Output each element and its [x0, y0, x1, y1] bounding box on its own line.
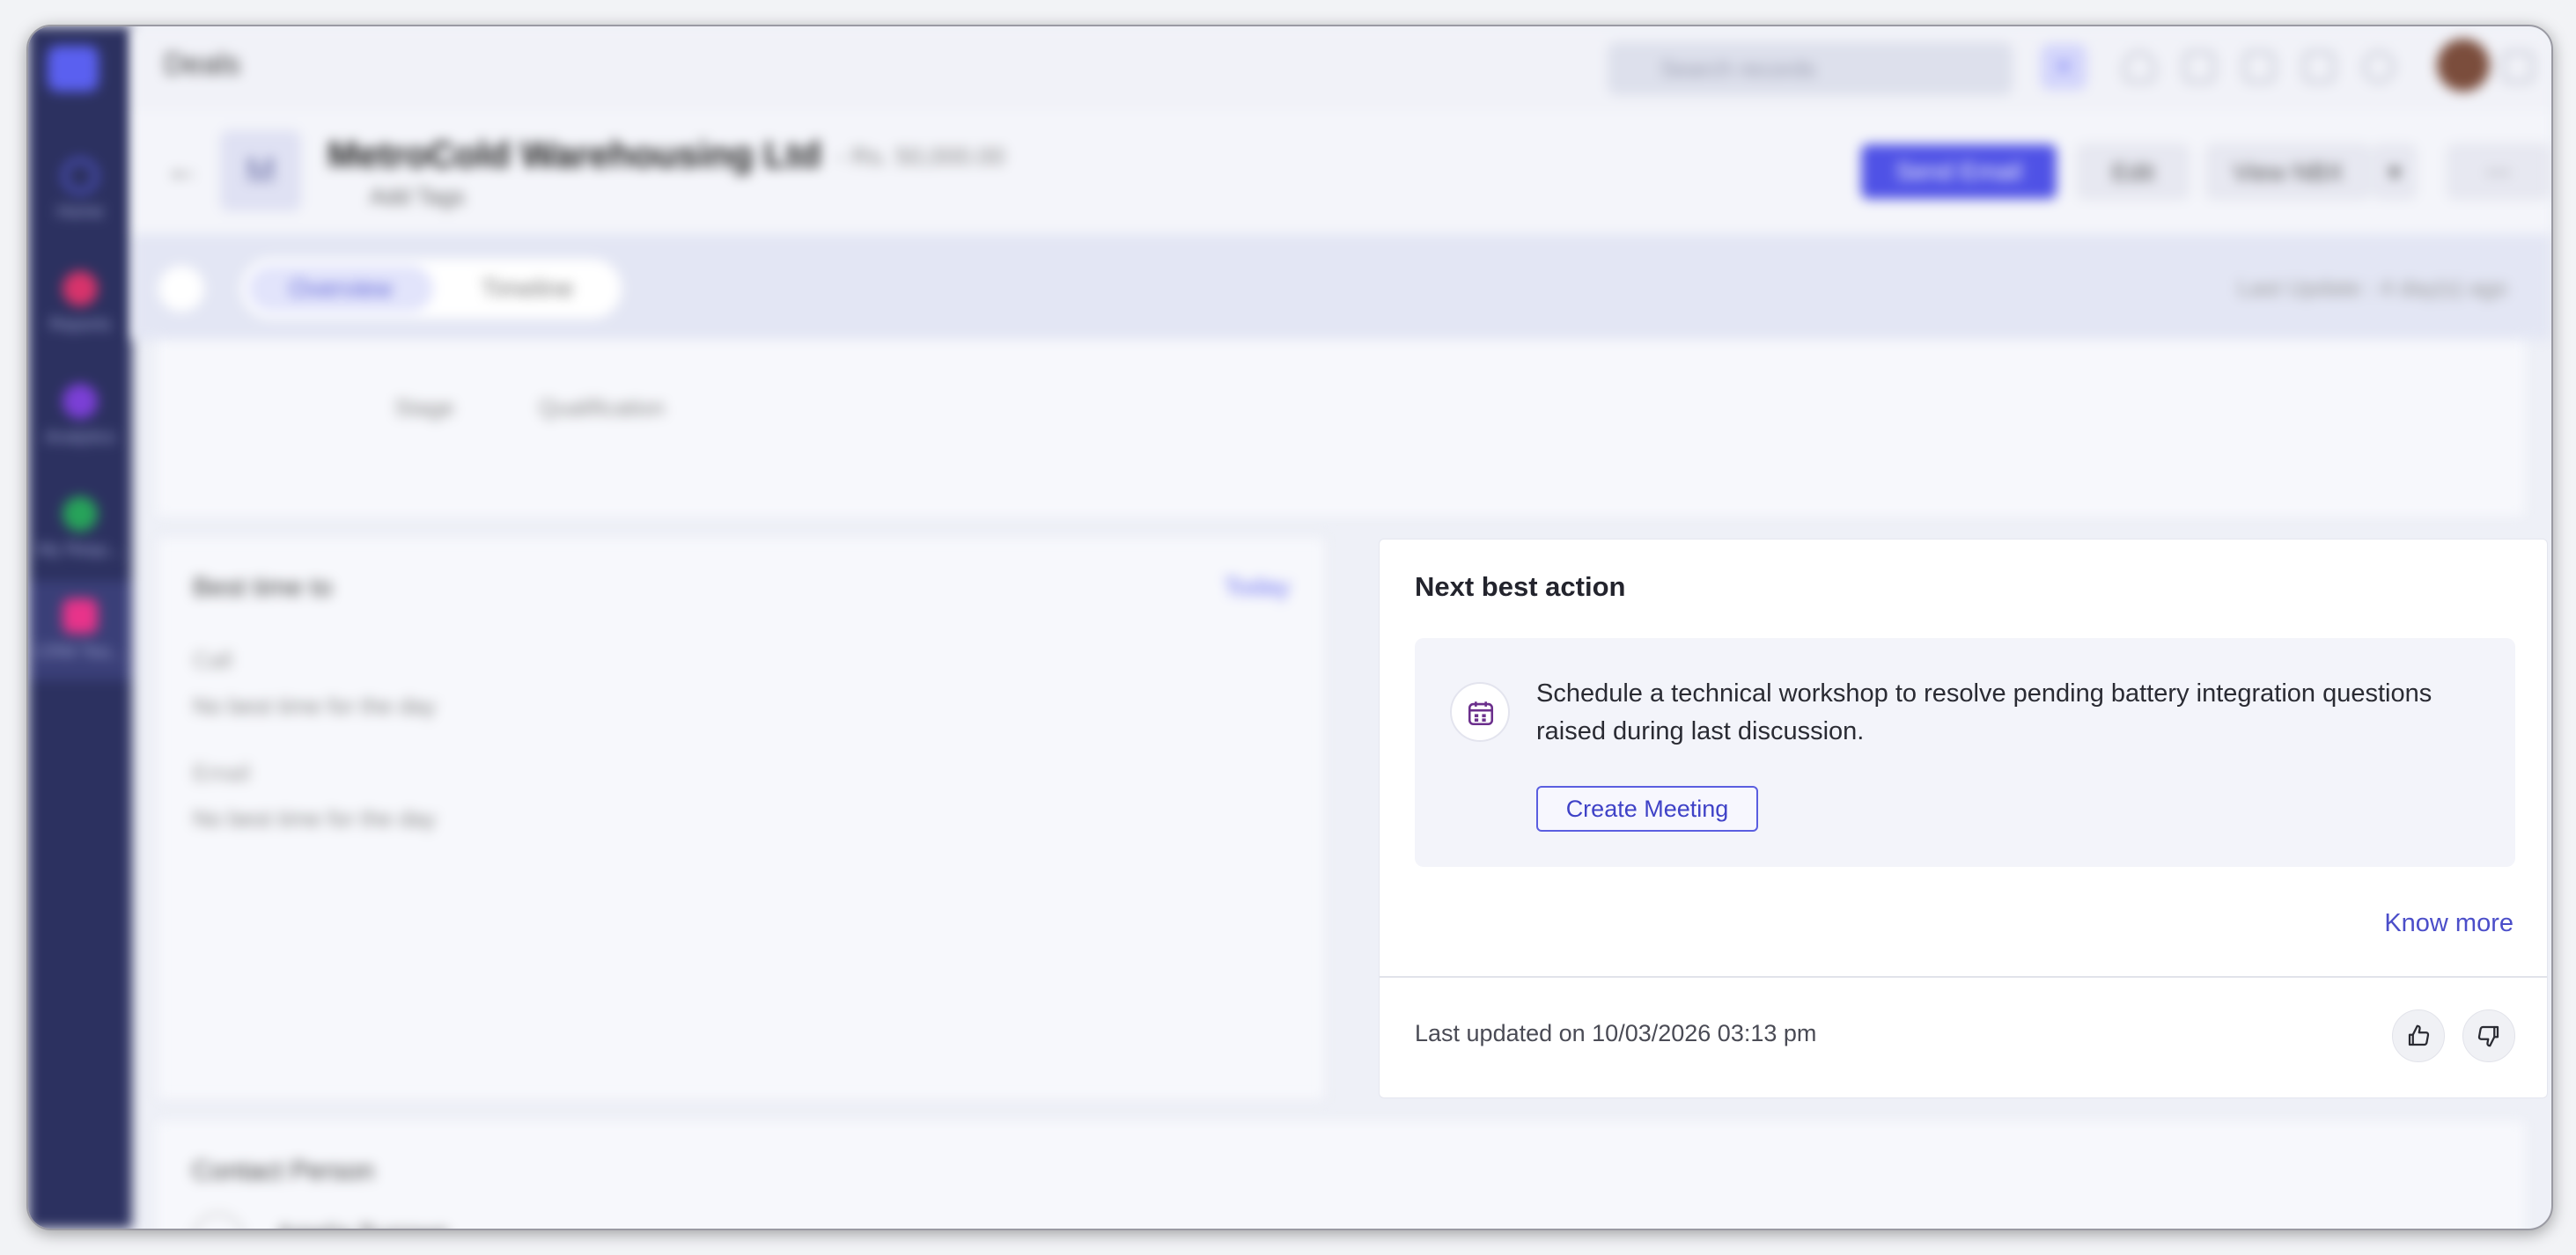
- view-nbx-button[interactable]: View NBX: [2206, 144, 2370, 199]
- chat-icon[interactable]: [2303, 51, 2335, 83]
- crm-team-icon: [63, 598, 98, 634]
- stage-panel: Stage Qualification: [157, 340, 2525, 516]
- tab-group: Overview Timeline: [241, 259, 622, 319]
- app-logo: [48, 46, 99, 92]
- sidebar-item-analytics[interactable]: Analytics: [28, 384, 132, 448]
- mail-icon[interactable]: [2243, 51, 2275, 83]
- stage-value: Qualification: [539, 394, 666, 421]
- calendar-icon[interactable]: [2183, 51, 2215, 83]
- tab-overview[interactable]: Overview: [248, 266, 433, 312]
- contact-name[interactable]: Amelia Burrows: [276, 1220, 449, 1229]
- user-avatar[interactable]: [2437, 39, 2490, 92]
- last-update-text: Last Update : 4 day(s) ago: [2237, 275, 2507, 301]
- divider: [1380, 976, 2547, 978]
- call-label: Call: [193, 647, 232, 673]
- nba-suggestion-box: Schedule a technical workshop to resolve…: [1415, 638, 2515, 867]
- edit-button[interactable]: Edit: [2078, 144, 2189, 199]
- contact-person-card: Contact Person Amelia Burrows: [157, 1121, 2525, 1229]
- know-more-link[interactable]: Know more: [2384, 909, 2513, 938]
- collapse-panel-icon[interactable]: [158, 266, 204, 312]
- email-value: No best time for the day: [193, 805, 437, 832]
- send-email-button[interactable]: Send Email: [1861, 144, 2057, 199]
- stage-label: Stage: [394, 394, 454, 421]
- home-icon: [63, 158, 98, 194]
- calendar-icon: [1450, 682, 1510, 742]
- best-time-title: Best time to: [193, 573, 333, 602]
- sidebar-item-label: CRM Tea...: [36, 642, 124, 662]
- sidebar-item-label: Home: [56, 202, 104, 222]
- sidebar-item-my-requests[interactable]: My Requ...: [28, 496, 132, 561]
- sidebar-item-reports[interactable]: Reports: [28, 271, 132, 335]
- sidebar-item-label: Analytics: [44, 428, 116, 447]
- add-tags-link[interactable]: Add Tags: [370, 183, 465, 210]
- sidebar-item-label: Reports: [48, 315, 112, 334]
- deal-name: MetroCold Warehousing Ltd: [328, 134, 821, 175]
- analytics-icon: [63, 384, 98, 419]
- gear-icon[interactable]: [2363, 51, 2395, 83]
- top-bar: Deals Search records +: [132, 26, 2551, 112]
- last-updated-text: Last updated on 10/03/2026 03:13 pm: [1415, 1020, 1817, 1046]
- chevron-down-icon[interactable]: ▾: [2374, 144, 2416, 199]
- email-label: Email: [193, 760, 251, 786]
- create-meeting-button[interactable]: Create Meeting: [1536, 786, 1758, 832]
- reports-icon: [63, 271, 98, 306]
- deal-amount: - Rs. 50,000.00: [836, 143, 1005, 170]
- sidebar-item-crm-team[interactable]: CRM Tea...: [28, 581, 132, 680]
- sidebar-item-label: My Requ...: [37, 540, 123, 560]
- contact-avatar: [192, 1213, 245, 1229]
- more-options-button[interactable]: ⋯: [2447, 144, 2550, 199]
- nba-suggestion-text: Schedule a technical workshop to resolve…: [1536, 679, 2432, 745]
- back-arrow-icon[interactable]: ←: [166, 150, 201, 189]
- sidebar-item-home[interactable]: Home: [28, 158, 132, 223]
- app-window: Home Reports Analytics My Requ... CRM Te…: [26, 25, 2553, 1230]
- nba-title: Next best action: [1415, 571, 1626, 602]
- today-dropdown[interactable]: Today: [1224, 573, 1290, 601]
- tabs-bar: Overview Timeline Last Update : 4 day(s)…: [132, 234, 2551, 340]
- best-time-card: Best time to Today Call No best time for…: [157, 537, 1326, 1100]
- bell-icon[interactable]: [2123, 51, 2155, 83]
- tab-timeline[interactable]: Timeline: [444, 266, 611, 312]
- apps-icon[interactable]: [2502, 51, 2534, 83]
- record-header: ← M MetroCold Warehousing Ltd - Rs. 50,0…: [132, 111, 2551, 234]
- next-best-action-card: Next best action Schedule a technical wo…: [1379, 539, 2548, 1098]
- add-button[interactable]: +: [2041, 44, 2087, 90]
- thumbs-up-icon[interactable]: [2392, 1009, 2445, 1062]
- page-title: Deals: [164, 48, 240, 81]
- contact-title: Contact Person: [192, 1156, 374, 1185]
- thumbs-down-icon[interactable]: [2462, 1009, 2515, 1062]
- deal-avatar: M: [220, 130, 301, 211]
- search-input[interactable]: Search records: [1608, 42, 2013, 95]
- requests-icon: [63, 496, 98, 532]
- call-value: No best time for the day: [193, 693, 437, 719]
- sidebar: Home Reports Analytics My Requ... CRM Te…: [28, 26, 132, 1229]
